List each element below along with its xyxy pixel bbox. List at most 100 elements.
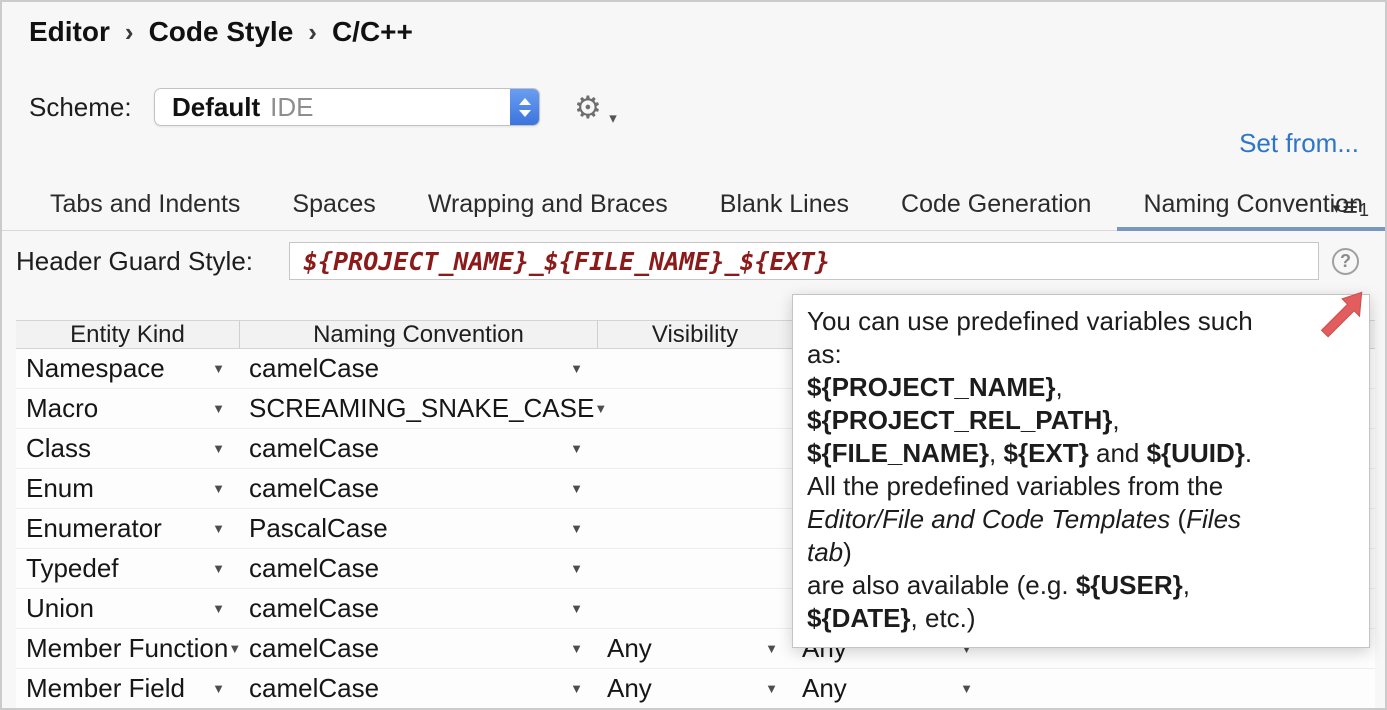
scheme-row: Scheme: Default IDE ⚙▾: [29, 88, 602, 126]
cell-value: SCREAMING_SNAKE_CASE: [249, 393, 594, 424]
dropdown-arrow-icon[interactable]: ▼: [212, 601, 225, 616]
dropdown-arrow-icon[interactable]: ▼: [212, 441, 225, 456]
cell-visibility[interactable]: Any ▼: [597, 629, 792, 668]
cell-entity[interactable]: Member Field ▼: [16, 669, 239, 708]
cell-visibility: [597, 509, 792, 548]
cell-value: camelCase: [249, 353, 379, 384]
dropdown-arrow-icon[interactable]: ▼: [212, 361, 225, 376]
breadcrumb: Editor › Code Style › C/C++: [29, 16, 413, 48]
list-icon: ≡: [1342, 194, 1358, 221]
tooltip-line: ${FILE_NAME}, ${EXT} and ${UUID}.: [807, 437, 1355, 470]
breadcrumb-item-cpp[interactable]: C/C++: [332, 16, 413, 48]
cell-entity[interactable]: Class ▼: [16, 429, 239, 468]
chevron-down-icon: [519, 110, 531, 117]
breadcrumb-item-editor[interactable]: Editor: [29, 16, 110, 48]
cell-entity[interactable]: Union ▼: [16, 589, 239, 628]
hidden-tabs-button[interactable]: ▾ ≡ 1: [1333, 194, 1369, 221]
tab-wrapping-and-braces[interactable]: Wrapping and Braces: [402, 182, 694, 231]
help-icon[interactable]: ?: [1332, 248, 1359, 275]
cell-visibility: [597, 549, 792, 588]
column-header-visibility: Visibility: [597, 321, 792, 348]
dropdown-arrow-icon[interactable]: ▼: [570, 441, 583, 456]
scheme-value: Default: [172, 92, 260, 123]
cell-value: Enumerator: [26, 513, 162, 544]
dropdown-arrow-icon[interactable]: ▼: [570, 641, 583, 656]
dropdown-arrow-icon[interactable]: ▼: [960, 681, 973, 696]
cell-convention[interactable]: camelCase▼: [239, 469, 597, 508]
dropdown-arrow-icon[interactable]: ▼: [212, 561, 225, 576]
breadcrumb-separator: ›: [125, 17, 134, 48]
cell-entity[interactable]: Enumerator ▼: [16, 509, 239, 548]
combo-stepper-icon[interactable]: [510, 89, 539, 125]
breadcrumb-item-code-style[interactable]: Code Style: [149, 16, 294, 48]
cell-convention[interactable]: camelCase ▼: [239, 589, 597, 628]
tooltip-line: ${PROJECT_NAME},: [807, 371, 1355, 404]
gear-icon[interactable]: ⚙▾: [574, 92, 602, 123]
dropdown-arrow-icon[interactable]: ▼: [212, 481, 225, 496]
cell-convention[interactable]: camelCase ▼: [239, 349, 597, 388]
dropdown-arrow-icon[interactable]: ▼: [570, 681, 583, 696]
cell-value: camelCase: [249, 673, 379, 704]
cell-value: Typedef: [26, 553, 119, 584]
dropdown-arrow-icon[interactable]: ▼: [212, 681, 225, 696]
cell-convention[interactable]: camelCase ▼: [239, 669, 597, 708]
chevron-down-icon: ▾: [609, 111, 617, 126]
chevron-down-icon: ▾: [1333, 199, 1341, 217]
cell-value: Macro: [26, 393, 98, 424]
help-tooltip: You can use predefined variables suchas:…: [792, 294, 1370, 648]
column-header-naming-convention: Naming Convention: [239, 321, 597, 348]
cell-value: camelCase: [249, 593, 379, 624]
dropdown-arrow-icon[interactable]: ▼: [570, 561, 583, 576]
tab-code-generation[interactable]: Code Generation: [875, 182, 1117, 231]
cell-entity[interactable]: Member Function▼: [16, 629, 239, 668]
cell-value: Member Field: [26, 673, 185, 704]
cell-value: Class: [26, 433, 91, 464]
tooltip-line: are also available (e.g. ${USER},: [807, 569, 1355, 602]
dropdown-arrow-icon[interactable]: ▼: [212, 521, 225, 536]
set-from-link[interactable]: Set from...: [1239, 128, 1359, 159]
cell-value: Any: [607, 633, 652, 664]
dropdown-arrow-icon[interactable]: ▼: [765, 681, 778, 696]
chevron-up-icon: [519, 98, 531, 105]
code-style-settings-window: Editor › Code Style › C/C++ Scheme: Defa…: [0, 0, 1387, 710]
cell-entity[interactable]: Macro ▼: [16, 389, 239, 428]
cell-convention[interactable]: camelCase ▼: [239, 549, 597, 588]
cell-entity[interactable]: Enum▼: [16, 469, 239, 508]
tooltip-line: You can use predefined variables such: [807, 305, 1355, 338]
cell-value: Any: [802, 673, 847, 704]
header-guard-label: Header Guard Style:: [16, 246, 289, 277]
header-guard-input[interactable]: ${PROJECT_NAME}_${FILE_NAME}_${EXT}: [289, 242, 1319, 280]
dropdown-arrow-icon[interactable]: ▼: [570, 361, 583, 376]
tab-spaces[interactable]: Spaces: [266, 182, 401, 231]
cell-entity[interactable]: Typedef ▼: [16, 549, 239, 588]
cell-convention[interactable]: SCREAMING_SNAKE_CASE▼: [239, 389, 597, 428]
cell-value: Any: [607, 673, 652, 704]
cell-value: camelCase: [249, 433, 379, 464]
dropdown-arrow-icon[interactable]: ▼: [570, 521, 583, 536]
dropdown-arrow-icon[interactable]: ▼: [765, 641, 778, 656]
cell-col4[interactable]: Any ▼: [792, 669, 987, 708]
header-guard-value: ${PROJECT_NAME}_${FILE_NAME}_${EXT}: [303, 247, 830, 276]
tooltip-text: You can use predefined variables suchas:…: [807, 305, 1355, 635]
cell-value: Namespace: [26, 353, 165, 384]
cell-convention[interactable]: camelCase ▼: [239, 429, 597, 468]
tooltip-line: All the predefined variables from the: [807, 470, 1355, 503]
cell-filler: [987, 669, 1375, 708]
cell-visibility: [597, 589, 792, 628]
cell-visibility[interactable]: Any ▼: [597, 669, 792, 708]
cell-convention[interactable]: PascalCase▼: [239, 509, 597, 548]
cell-visibility: [597, 469, 792, 508]
tab-blank-lines[interactable]: Blank Lines: [694, 182, 875, 231]
dropdown-arrow-icon[interactable]: ▼: [570, 601, 583, 616]
scheme-select[interactable]: Default IDE: [154, 88, 540, 126]
tab-tabs-and-indents[interactable]: Tabs and Indents: [24, 182, 266, 231]
dropdown-arrow-icon[interactable]: ▼: [570, 481, 583, 496]
cell-value: camelCase: [249, 553, 379, 584]
cell-visibility: [597, 349, 792, 388]
dropdown-arrow-icon[interactable]: ▼: [212, 401, 225, 416]
cell-value: Union: [26, 593, 94, 624]
tab-bar: Tabs and Indents Spaces Wrapping and Bra…: [2, 182, 1385, 231]
cell-entity[interactable]: Namespace ▼: [16, 349, 239, 388]
cell-convention[interactable]: camelCase ▼: [239, 629, 597, 668]
cell-value: camelCase: [249, 633, 379, 664]
